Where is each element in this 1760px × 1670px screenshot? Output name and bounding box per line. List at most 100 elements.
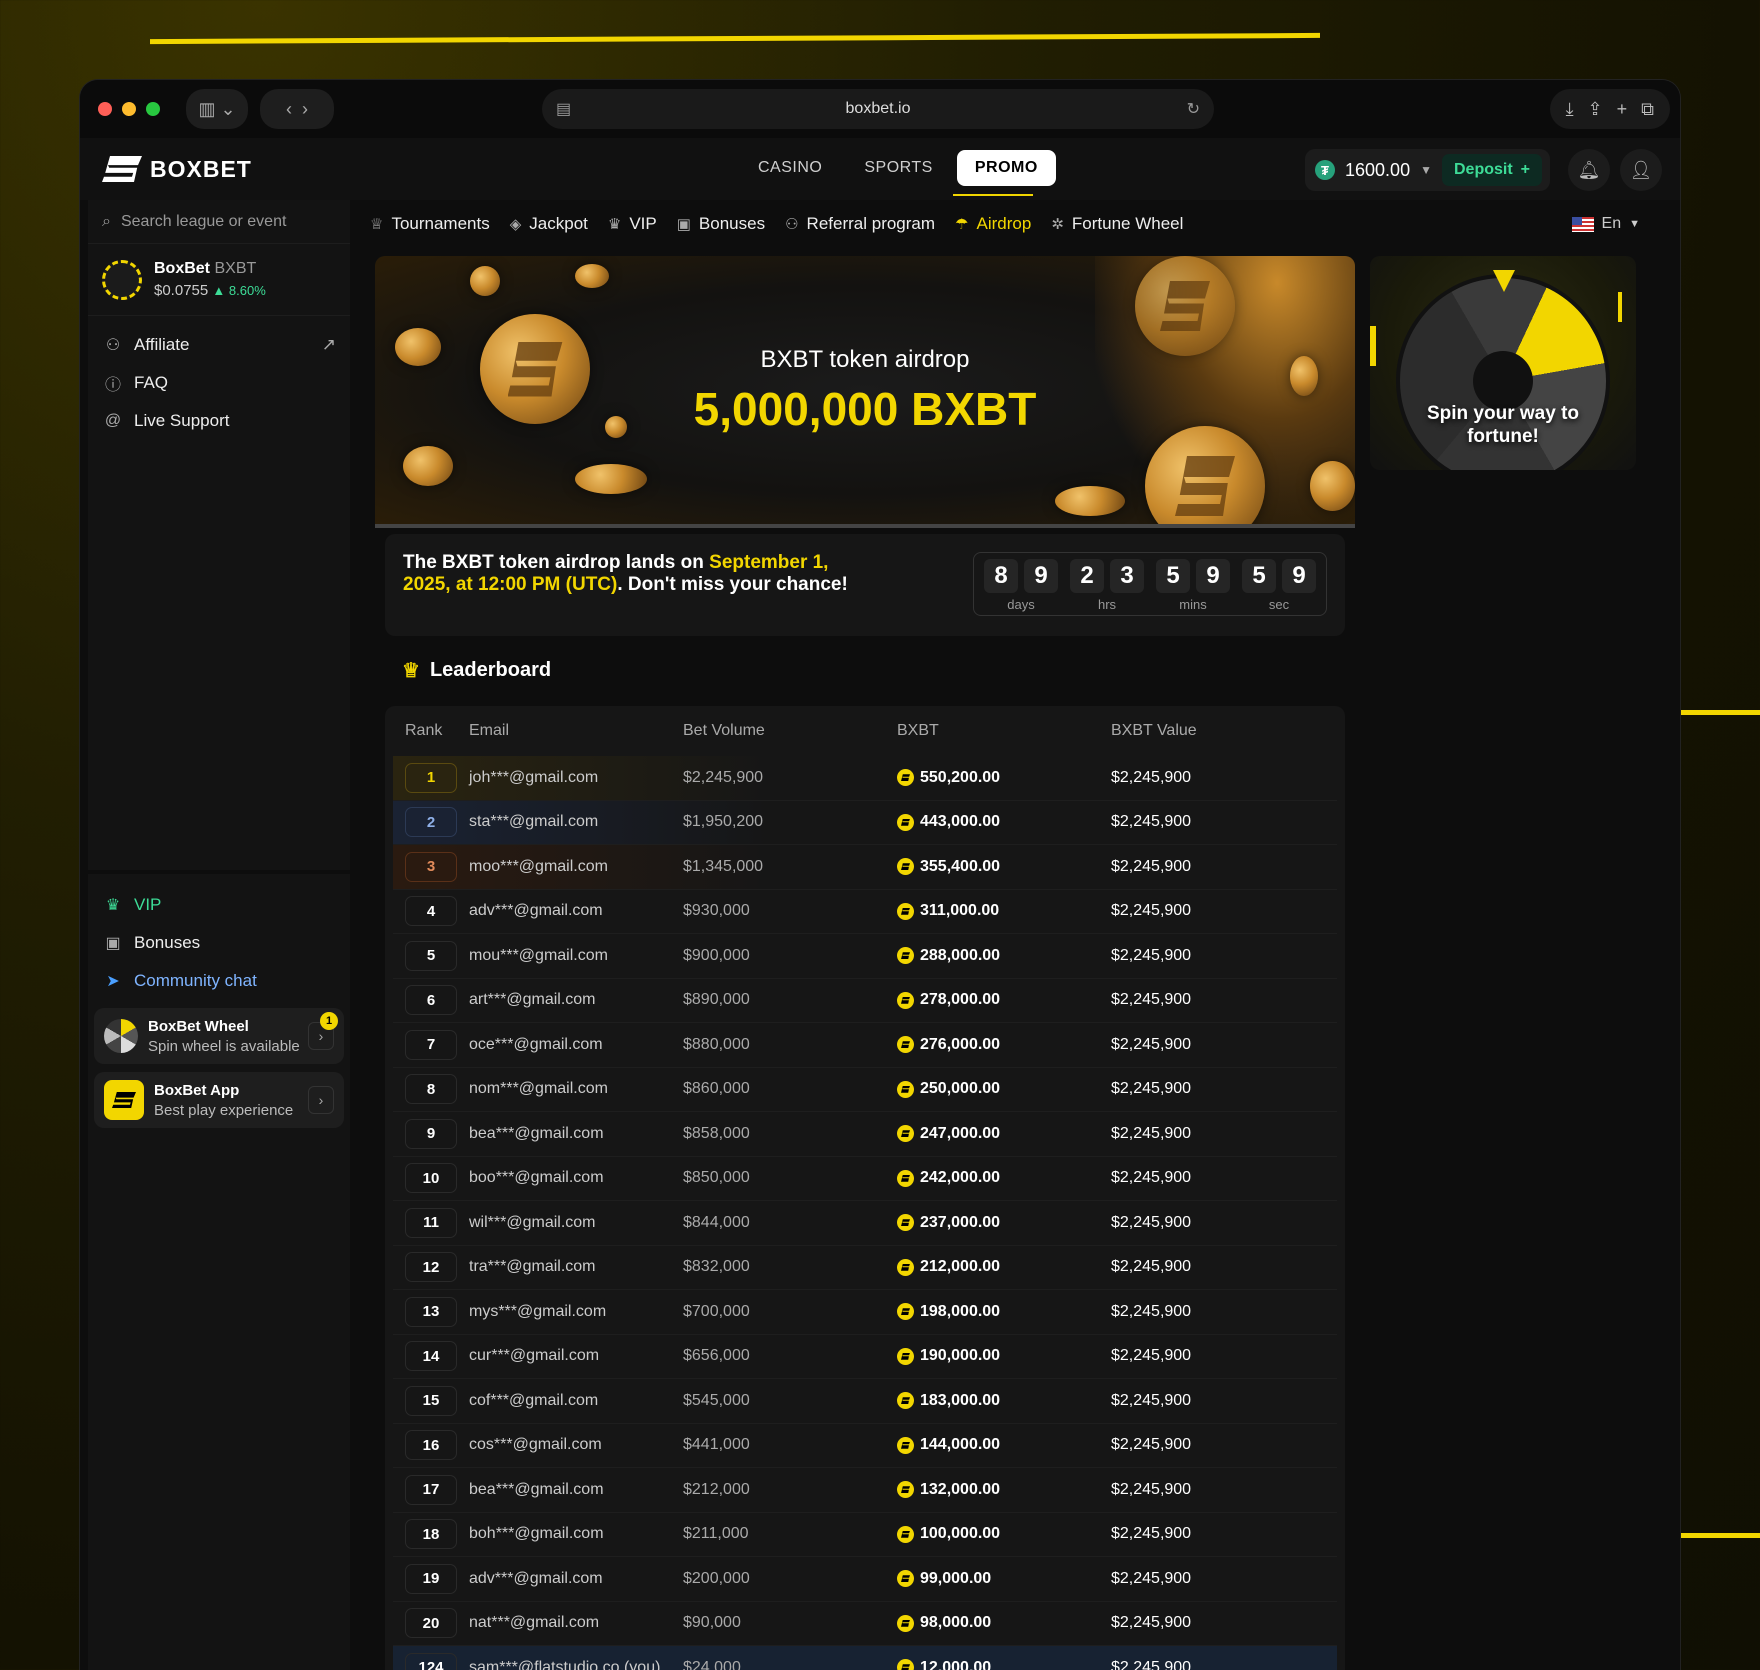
address-bar[interactable]: ▤ boxbet.io ↻ xyxy=(542,89,1214,129)
sidebar-item-faq[interactable]: ⓘ FAQ xyxy=(88,364,350,402)
tab-sports[interactable]: SPORTS xyxy=(846,150,951,186)
bxbt-coin-icon xyxy=(897,1614,914,1632)
bxbt-value-cell: $2,245,900 xyxy=(1111,1080,1192,1098)
decor-line-right-2 xyxy=(1680,1533,1760,1538)
tab-jackpot[interactable]: ◈ Jackpot xyxy=(510,204,588,244)
boxbet-wheel-card[interactable]: BoxBet Wheel Spin wheel is available › 1 xyxy=(94,1008,344,1064)
notifications-bell-icon[interactable]: 🔔︎ xyxy=(1568,149,1610,191)
bxbt-value-cell: $2,245,900 xyxy=(1111,1347,1192,1365)
rank-cell: 19 xyxy=(393,1563,469,1594)
bxbt-value-cell: $2,245,900 xyxy=(1111,1124,1192,1142)
rank-badge: 124 xyxy=(405,1652,457,1670)
wheel-promo-text: Spin your way to fortune! xyxy=(1426,403,1580,447)
table-row: 20 nat***@gmail.com $90,000 98,000.00 $2,245… xyxy=(393,1602,1337,1646)
bet-volume-cell: $844,000 xyxy=(683,1213,750,1231)
table-row: 3 moo***@gmail.com $1,345,000 355,400.00 $2,… xyxy=(393,845,1337,890)
email-cell: wil***@gmail.com xyxy=(469,1213,596,1231)
deposit-button[interactable]: Deposit + xyxy=(1441,154,1542,186)
reload-icon[interactable]: ↻ xyxy=(1187,99,1200,119)
bet-volume-cell: $890,000 xyxy=(683,991,750,1009)
balance-widget[interactable]: ₮ 1600.00 ▼ Deposit + xyxy=(1305,149,1550,191)
rank-badge: 10 xyxy=(405,1163,457,1194)
share-icon[interactable]: ⇪ xyxy=(1588,99,1603,120)
logo[interactable]: BOXBET xyxy=(102,156,252,183)
rank-cell: 124 xyxy=(393,1652,469,1670)
token-name: BoxBet BXBT xyxy=(154,260,257,277)
sidebar-item-label: Live Support xyxy=(134,411,230,430)
new-tab-icon[interactable]: + xyxy=(1617,99,1628,120)
email-cell: bea***@gmail.com xyxy=(469,1124,604,1142)
table-row: 4 adv***@gmail.com $930,000 311,000.00 $2,24… xyxy=(393,890,1337,934)
rank-cell: 12 xyxy=(393,1252,469,1283)
maximize-dot[interactable] xyxy=(146,102,160,116)
sidebar-item-live-support[interactable]: @ Live Support xyxy=(88,402,350,440)
bxbt-cell: 98,000.00 xyxy=(897,1614,1111,1632)
tab-vip[interactable]: ♛ VIP xyxy=(608,204,657,244)
bxbt-cell: 132,000.00 xyxy=(897,1481,1111,1499)
fortune-wheel-promo-card[interactable]: Spin your way to fortune! xyxy=(1370,256,1636,470)
bxbt-token-icon xyxy=(102,259,142,300)
rank-badge: 18 xyxy=(405,1519,457,1550)
decor-line xyxy=(1618,292,1622,322)
token-ticker[interactable]: BoxBet BXBT $0.0755 ▲ 8.60% xyxy=(88,244,350,316)
table-row: 6 art***@gmail.com $890,000 278,000.00 $2,24… xyxy=(393,979,1337,1023)
bet-volume-cell: $441,000 xyxy=(683,1436,750,1454)
column-header: BXBT Value xyxy=(1111,722,1197,739)
coin-image xyxy=(575,264,609,288)
wheel-icon xyxy=(104,1019,138,1053)
sidebar-item-bonuses[interactable]: ▣ Bonuses xyxy=(88,924,350,962)
download-icon[interactable]: ⤓ xyxy=(1566,99,1574,120)
bet-volume-cell: $832,000 xyxy=(683,1258,750,1276)
close-dot[interactable] xyxy=(98,102,112,116)
tab-referral[interactable]: ⚇ Referral program xyxy=(785,204,935,244)
search-input[interactable]: ⌕ Search league or event xyxy=(88,200,350,244)
rank-badge: 16 xyxy=(405,1430,457,1461)
sidebar-toggle-icon[interactable]: ▥ ⌄ xyxy=(186,89,248,129)
email-cell: art***@gmail.com xyxy=(469,991,596,1009)
chevron-right-icon[interactable]: › xyxy=(308,1086,334,1114)
bxbt-value-cell: $2,245,900 xyxy=(1111,1614,1192,1632)
minimize-dot[interactable] xyxy=(122,102,136,116)
bxbt-cell: 237,000.00 xyxy=(897,1214,1111,1232)
countdown-minutes: 59 mins xyxy=(1156,559,1230,615)
bxbt-coin-icon xyxy=(897,991,914,1009)
bxbt-cell: 198,000.00 xyxy=(897,1303,1111,1321)
page-menu-icon[interactable]: ▤ xyxy=(556,99,571,119)
sidebar: ⌕ Search league or event BoxBet BXBT $0.… xyxy=(88,200,350,1670)
tab-bonuses[interactable]: ▣ Bonuses xyxy=(677,204,765,244)
bxbt-value-cell: $2,245,900 xyxy=(1111,1480,1192,1498)
tab-promo[interactable]: PROMO xyxy=(956,150,1056,186)
bet-volume-cell: $90,000 xyxy=(683,1614,741,1632)
tab-tournaments[interactable]: ♕ Tournaments xyxy=(370,204,490,244)
sidebar-item-vip[interactable]: ♛ VIP xyxy=(88,886,350,924)
bet-volume-cell: $880,000 xyxy=(683,1035,750,1053)
column-header: Bet Volume xyxy=(683,722,765,739)
back-forward-icon[interactable]: ‹ › xyxy=(260,89,334,129)
tabs-icon[interactable]: ⧉ xyxy=(1641,99,1654,120)
language-selector[interactable]: En ▼ xyxy=(1571,204,1640,244)
bxbt-coin-icon xyxy=(897,1169,914,1187)
chevron-down-icon[interactable]: ▼ xyxy=(1420,163,1432,177)
email-cell: joh***@gmail.com xyxy=(469,768,599,786)
airdrop-icon: ☂ xyxy=(955,216,969,233)
sidebar-item-affiliate[interactable]: ⚇ Affiliate ↗ xyxy=(88,326,350,364)
column-header: Email xyxy=(469,722,510,739)
wheel-card-title: BoxBet Wheel xyxy=(148,1017,249,1035)
table-row: 13 mys***@gmail.com $700,000 198,000.00 $2,2… xyxy=(393,1290,1337,1335)
tab-airdrop[interactable]: ☂ Airdrop xyxy=(953,194,1034,244)
bxbt-cell: 355,400.00 xyxy=(897,858,1111,876)
rank-badge: 20 xyxy=(405,1608,457,1639)
tab-casino[interactable]: CASINO xyxy=(740,150,840,186)
boxbet-app-card[interactable]: BoxBet App Best play experience › xyxy=(94,1072,344,1128)
rank-cell: 10 xyxy=(393,1163,469,1194)
sidebar-item-label: FAQ xyxy=(134,373,169,392)
decor-line xyxy=(1370,326,1376,366)
hero-progress-bar xyxy=(375,524,1355,528)
email-cell: boh***@gmail.com xyxy=(469,1525,604,1543)
sidebar-item-community-chat[interactable]: ➤ Community chat xyxy=(88,962,350,1000)
rank-badge: 9 xyxy=(405,1118,457,1149)
table-row: 15 cof***@gmail.com $545,000 183,000.00 $2,2… xyxy=(393,1379,1337,1424)
profile-icon[interactable]: 👤︎ xyxy=(1620,149,1662,191)
tab-fortune-wheel[interactable]: ✲ Fortune Wheel xyxy=(1051,204,1183,244)
bxbt-cell: 311,000.00 xyxy=(897,902,1111,920)
